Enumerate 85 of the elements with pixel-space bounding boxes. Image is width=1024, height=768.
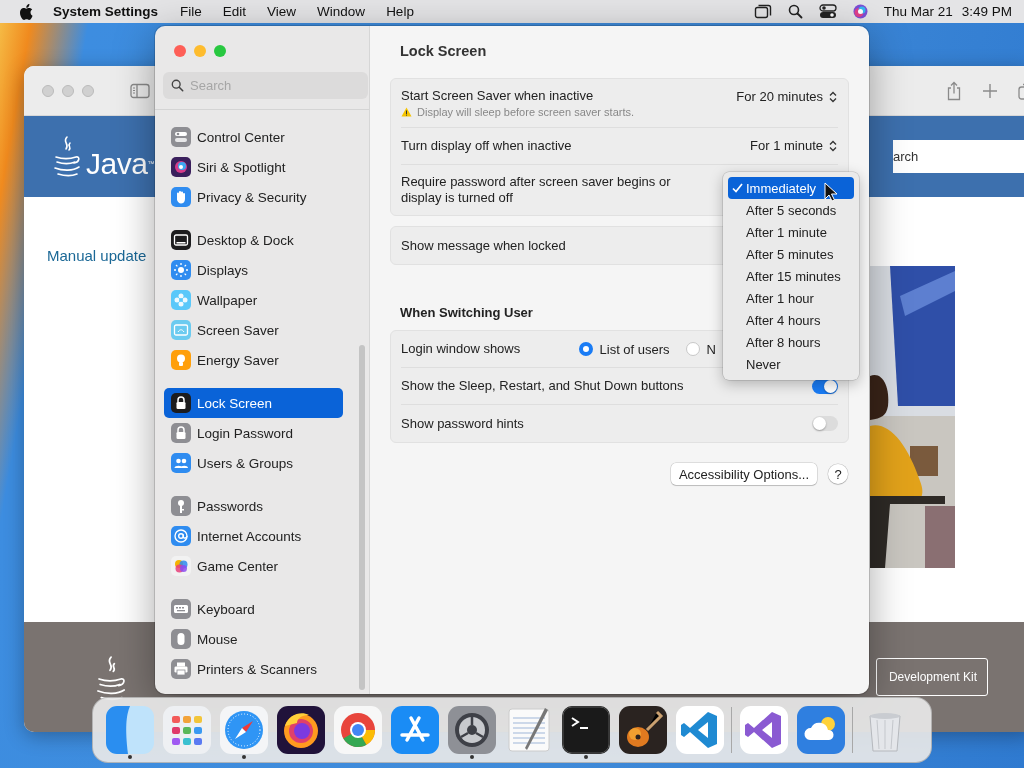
- accessibility-options-button[interactable]: Accessibility Options...: [670, 463, 817, 485]
- app-menu[interactable]: System Settings: [53, 4, 159, 19]
- menu-bar-date[interactable]: Thu Mar 21: [883, 4, 953, 19]
- crossed-lines-icon[interactable]: [390, 706, 439, 754]
- compass-icon[interactable]: [219, 706, 268, 754]
- menu-item[interactable]: Edit: [222, 4, 247, 19]
- help-button[interactable]: ?: [828, 464, 848, 484]
- menu-item[interactable]: View: [267, 4, 297, 19]
- menu-item[interactable]: After 4 hours: [728, 309, 854, 331]
- setting-label: Show message when locked: [401, 237, 567, 254]
- menu-item[interactable]: Help: [386, 4, 414, 19]
- sidebar-item[interactable]: Mouse: [164, 624, 343, 654]
- sidebar-item[interactable]: Desktop & Dock: [164, 225, 343, 255]
- setting-label: Require password after screen saver begins or display is turned off: [401, 174, 672, 206]
- radio-option[interactable]: List of users: [578, 341, 670, 357]
- sidebar-item[interactable]: Screen Saver: [164, 315, 343, 345]
- control-center-icon[interactable]: [818, 4, 837, 19]
- windows-icon[interactable]: [753, 3, 772, 20]
- chevron-updown-icon: [828, 89, 838, 104]
- setting-label: Show password hints: [401, 415, 525, 432]
- sidebar-item[interactable]: Login Password: [164, 418, 343, 448]
- globe-icon[interactable]: [276, 706, 325, 754]
- search-icon[interactable]: [787, 4, 803, 19]
- page-title: Lock Screen: [399, 42, 488, 61]
- menu-bar-time[interactable]: 3:49 PM: [961, 4, 1012, 19]
- cursor-icon: [824, 182, 838, 202]
- popup-button[interactable]: For 20 minutes: [736, 89, 838, 104]
- gear-icon[interactable]: [447, 706, 496, 754]
- menu-item[interactable]: Immediately: [728, 177, 854, 199]
- terminal-icon[interactable]: [561, 706, 610, 754]
- logo-text: Java$^{™}$: [86, 148, 154, 179]
- warning-text: Display will sleep before screen saver starts.: [417, 106, 635, 118]
- setting-label: Start Screen Saver when inactive: [401, 88, 595, 104]
- weather-icon[interactable]: [796, 706, 845, 754]
- section-heading: When Switching User: [400, 305, 533, 320]
- menu-item[interactable]: After 1 minute: [728, 221, 854, 243]
- radio-option[interactable]: N: [685, 341, 716, 357]
- sidebar-item[interactable]: Privacy & Security: [164, 182, 343, 212]
- sidebar-item[interactable]: Lock Screen: [164, 388, 343, 418]
- split-square-icon[interactable]: [105, 706, 154, 754]
- sidebar-item[interactable]: Energy Saver: [164, 345, 343, 375]
- guitar-icon[interactable]: [618, 706, 667, 754]
- sidebar-item[interactable]: Passwords: [164, 491, 343, 521]
- outline-button[interactable]: Development Kit: [875, 658, 988, 696]
- checkmark-icon: [731, 183, 743, 193]
- sidebar-item[interactable]: Control Center: [164, 122, 343, 152]
- sidebar-item[interactable]: Displays: [164, 255, 343, 285]
- menu-item[interactable]: After 1 hour: [728, 287, 854, 309]
- search-icon: [171, 79, 184, 92]
- scrollbar[interactable]: [359, 345, 365, 690]
- sidebar-icon[interactable]: [130, 82, 150, 99]
- menu-item[interactable]: After 5 seconds: [728, 199, 854, 221]
- apple-icon[interactable]: [19, 3, 33, 20]
- share-icon[interactable]: [946, 80, 962, 101]
- menu-item[interactable]: File: [180, 4, 202, 19]
- sidebar-item[interactable]: Game Center: [164, 551, 343, 581]
- setting-label: Login window shows: [401, 341, 522, 357]
- orb-icon[interactable]: [852, 4, 868, 19]
- toggle-switch[interactable]: [812, 416, 838, 431]
- sidebar-item[interactable]: Siri & Spotlight: [164, 152, 343, 182]
- sidebar-item[interactable]: Keyboard: [164, 594, 343, 624]
- menu-item[interactable]: After 5 minutes: [728, 243, 854, 265]
- app-grid-icon[interactable]: [162, 706, 211, 754]
- ring-icon[interactable]: [333, 706, 382, 754]
- menu-item[interactable]: After 15 minutes: [728, 265, 854, 287]
- sidebar-item[interactable]: Internet Accounts: [164, 521, 343, 551]
- menu-item[interactable]: Never: [728, 353, 854, 375]
- chevron-updown-icon: [828, 138, 838, 153]
- menu-item[interactable]: Window: [317, 4, 366, 19]
- sidebar-item[interactable]: Users & Groups: [164, 448, 343, 478]
- setting-label: Show the Sleep, Restart, and Shut Down buttons: [401, 378, 685, 394]
- ribbon-icon[interactable]: [739, 706, 788, 754]
- window-control[interactable]: [174, 45, 186, 57]
- sidebar-item[interactable]: Printers & Scanners: [164, 654, 343, 684]
- window-control[interactable]: [214, 45, 226, 57]
- plus-icon[interactable]: [982, 82, 998, 99]
- link[interactable]: Manual update: [47, 247, 147, 264]
- coffee-cup-icon: [52, 134, 80, 179]
- menu-item[interactable]: After 8 hours: [728, 331, 854, 353]
- search-field[interactable]: arch: [893, 140, 1024, 173]
- ribbon-icon[interactable]: [675, 706, 724, 754]
- sidebar-item[interactable]: Wallpaper: [164, 285, 343, 315]
- setting-label: Turn display off when inactive: [401, 138, 573, 154]
- popup-button[interactable]: For 1 minute: [750, 138, 838, 153]
- warning-icon: [401, 107, 412, 117]
